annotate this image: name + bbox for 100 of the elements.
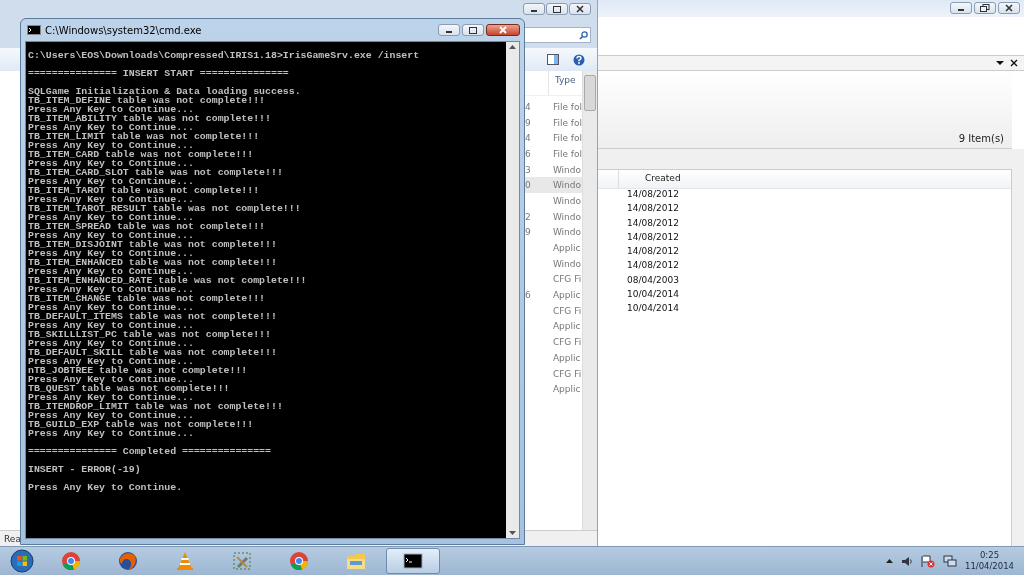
file-row[interactable]: 0 Windo [523, 177, 582, 194]
type-cell-text: File fol [551, 117, 582, 128]
type-cell-text: Windo [551, 180, 581, 191]
maximize-button[interactable] [462, 24, 484, 36]
console-line: TB_ITEM_ABILITY table was not complete!!! [28, 114, 272, 123]
column-header[interactable]: Type [547, 71, 576, 95]
close-button[interactable] [998, 2, 1020, 14]
console-line: TB_ITEM_DISJOINT table was not complete!!! [28, 240, 278, 249]
dropdown-icon[interactable] [996, 60, 1004, 66]
taskbar-button[interactable] [386, 548, 440, 574]
minimize-button[interactable] [950, 2, 972, 14]
network-icon[interactable] [943, 555, 957, 567]
file-row[interactable]: 6 File fol [523, 146, 582, 162]
file-row[interactable]: 9 File fol [523, 114, 582, 131]
file-row[interactable]: Applic [523, 381, 582, 398]
file-row[interactable]: 4 File fol [523, 130, 582, 147]
console-line: Press Any Key to Continue... [28, 249, 195, 258]
console-line: TB_ITEM_CARD table was not complete!!! [28, 150, 255, 159]
table-cell-text: 14/08/2012 [627, 246, 679, 259]
type-cell-text: Applic [551, 352, 581, 363]
size-cell: 0 [524, 180, 531, 191]
close-icon[interactable] [1010, 59, 1018, 67]
console-line: TB_ITEM_ENHANCED table was not complete!!! [28, 258, 278, 267]
type-cell-text: CFG Fi [551, 368, 582, 379]
browser-icon [118, 551, 138, 571]
file-row[interactable]: Applic [523, 240, 582, 256]
type-cell-text: Windo [551, 211, 581, 222]
console-line: TB_ITEM_DEFINE table was not complete!!! [28, 96, 267, 105]
console-line: Press Any Key to Continue... [28, 141, 194, 150]
console-line: Press Any Key to Continue... [28, 375, 194, 384]
file-row[interactable]: CFG Fi [523, 302, 582, 319]
size-cell: 3 [524, 164, 531, 175]
table-cell-text: 10/04/2014 [627, 289, 679, 302]
start-button[interactable] [10, 549, 34, 573]
console-icon [403, 551, 423, 571]
type-cell-text: CFG Fi [551, 305, 582, 316]
type-cell-text: Applic [551, 384, 581, 395]
restore-icon [980, 4, 990, 12]
file-row[interactable]: Windo [523, 255, 582, 272]
table-cell-text: 14/08/2012 [627, 231, 679, 244]
console-line: TB_ITEM_SPREAD table was not complete!!! [28, 222, 267, 231]
type-cell-text: File fol [551, 148, 582, 159]
console-line: Press Any Key to Continue... [28, 213, 195, 222]
console-line: Press Any Key to Continue... [28, 429, 194, 438]
item-count: 9 Item(s) [958, 133, 1004, 144]
minimize-button[interactable] [523, 3, 545, 15]
console-line: TB_ITEM_ENHANCED_RATE table was not complete!!! [28, 276, 308, 285]
console-line: TB_ITEM_TAROT_RESULT table was not complete!!! [28, 204, 302, 213]
close-button[interactable] [569, 3, 591, 15]
type-cell-text: Windo [551, 164, 581, 175]
speaker-icon[interactable] [901, 555, 913, 567]
file-row[interactable]: Applic [523, 318, 582, 335]
console-line: TB_QUEST table was not complete!!! [28, 384, 231, 393]
console-line: Press Any Key to Continue... [28, 105, 195, 114]
browser-icon [61, 551, 81, 571]
file-row[interactable]: 6 Applic [523, 287, 582, 303]
maximize-icon [468, 26, 478, 34]
console-line: TB_ITEM_LIMIT table was not complete!!! [28, 132, 261, 141]
file-row[interactable]: 4 File fol [523, 99, 582, 115]
restore-button[interactable] [974, 2, 996, 14]
table-cell-text: 14/08/2012 [627, 217, 679, 230]
show-hidden-icons-icon[interactable] [886, 559, 893, 563]
file-row[interactable]: CFG Fi [523, 271, 582, 288]
file-row[interactable]: 9 Windo [523, 224, 582, 241]
search-icon [579, 30, 588, 40]
console-line: Press Any Key to Continue... [28, 159, 194, 168]
console-line: TB_GUILD_EXP table was not complete!!! [28, 420, 255, 429]
clock[interactable]: 0:25 11/04/2014 [965, 550, 1014, 572]
type-cell-text: Applic [551, 243, 581, 254]
console-line: Press Any Key to Continue... [28, 195, 194, 204]
preview-pane-icon[interactable] [547, 54, 559, 65]
scrollbar[interactable] [582, 71, 597, 530]
column-header[interactable]: Created [618, 170, 1011, 188]
folder-icon [346, 551, 366, 571]
table-cell-text: 14/08/2012 [627, 189, 679, 201]
file-row[interactable]: CFG Fi [523, 365, 582, 382]
type-cell-text: Applic [551, 290, 581, 301]
console-line: Press Any Key to Continue... [28, 285, 195, 294]
close-button[interactable] [486, 24, 520, 36]
file-row[interactable]: Windo [523, 193, 582, 209]
type-cell-text: Applic [551, 321, 581, 332]
help-icon[interactable] [573, 53, 585, 66]
size-cell: 9 [524, 227, 531, 238]
file-row[interactable]: 2 Windo [523, 208, 582, 225]
minimize-button[interactable] [438, 24, 460, 36]
console-line: Press Any Key to Continue... [28, 339, 195, 348]
maximize-button[interactable] [546, 3, 568, 15]
console-line: TB_DEFAULT_ITEMS table was not complete!!! [28, 312, 278, 321]
tools-icon [232, 551, 252, 571]
file-row[interactable]: Applic [523, 350, 582, 366]
scrollbar[interactable] [506, 42, 519, 538]
console-line: Press Any Key to Continue... [28, 177, 194, 186]
file-row[interactable]: 3 Windo [523, 161, 582, 178]
size-cell: 6 [524, 290, 531, 301]
type-cell-text: CFG Fi [551, 274, 582, 285]
flag-icon[interactable] [921, 554, 935, 568]
console-line: Press Any Key to Continue... [28, 303, 195, 312]
maximize-icon [552, 5, 562, 13]
file-row[interactable]: CFG Fi [523, 334, 582, 350]
table-cell-text: 14/08/2012 [627, 260, 679, 273]
